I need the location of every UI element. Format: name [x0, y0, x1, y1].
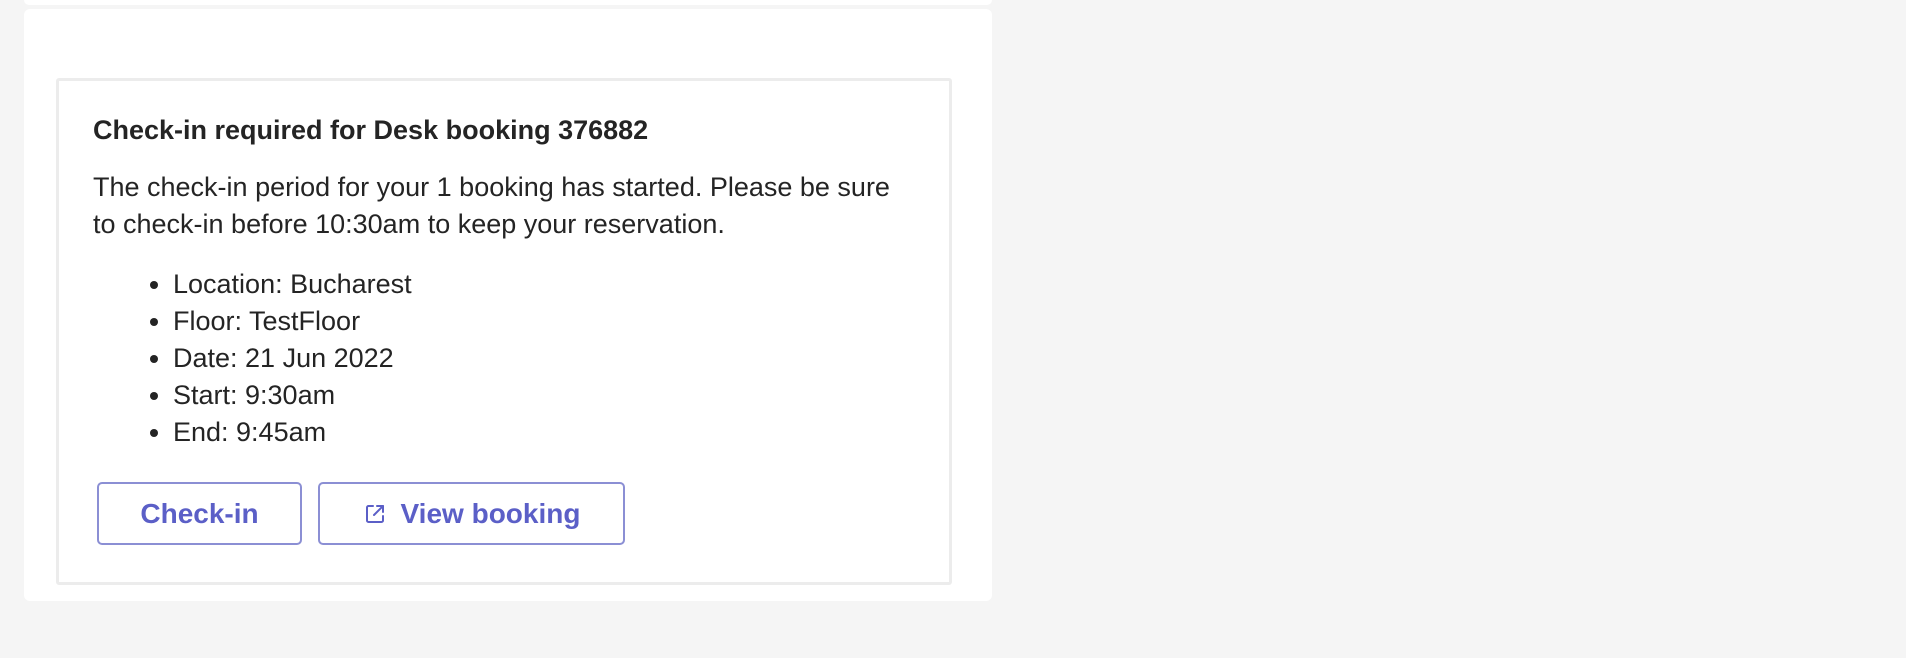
message-container: Check-in required for Desk booking 37688… [24, 9, 992, 601]
detail-end: End: 9:45am [173, 414, 915, 451]
check-in-button-label: Check-in [140, 497, 259, 529]
card-body-text: The check-in period for your 1 booking h… [93, 172, 890, 239]
previous-message-card [24, 0, 992, 5]
detail-date: Date: 21 Jun 2022 [173, 340, 915, 377]
detail-start: Start: 9:30am [173, 377, 915, 414]
detail-location: Location: Bucharest [173, 266, 915, 303]
check-in-button[interactable]: Check-in [97, 482, 302, 545]
card-actions: Check-in View booking [97, 482, 915, 545]
card-title: Check-in required for Desk booking 37688… [93, 115, 649, 145]
booking-details-list: Location: Bucharest Floor: TestFloor Dat… [93, 266, 915, 451]
check-in-card: Check-in required for Desk booking 37688… [56, 78, 952, 585]
detail-floor: Floor: TestFloor [173, 303, 915, 340]
view-booking-button[interactable]: View booking [318, 482, 625, 545]
external-link-icon [363, 502, 387, 526]
view-booking-button-label: View booking [400, 497, 581, 529]
